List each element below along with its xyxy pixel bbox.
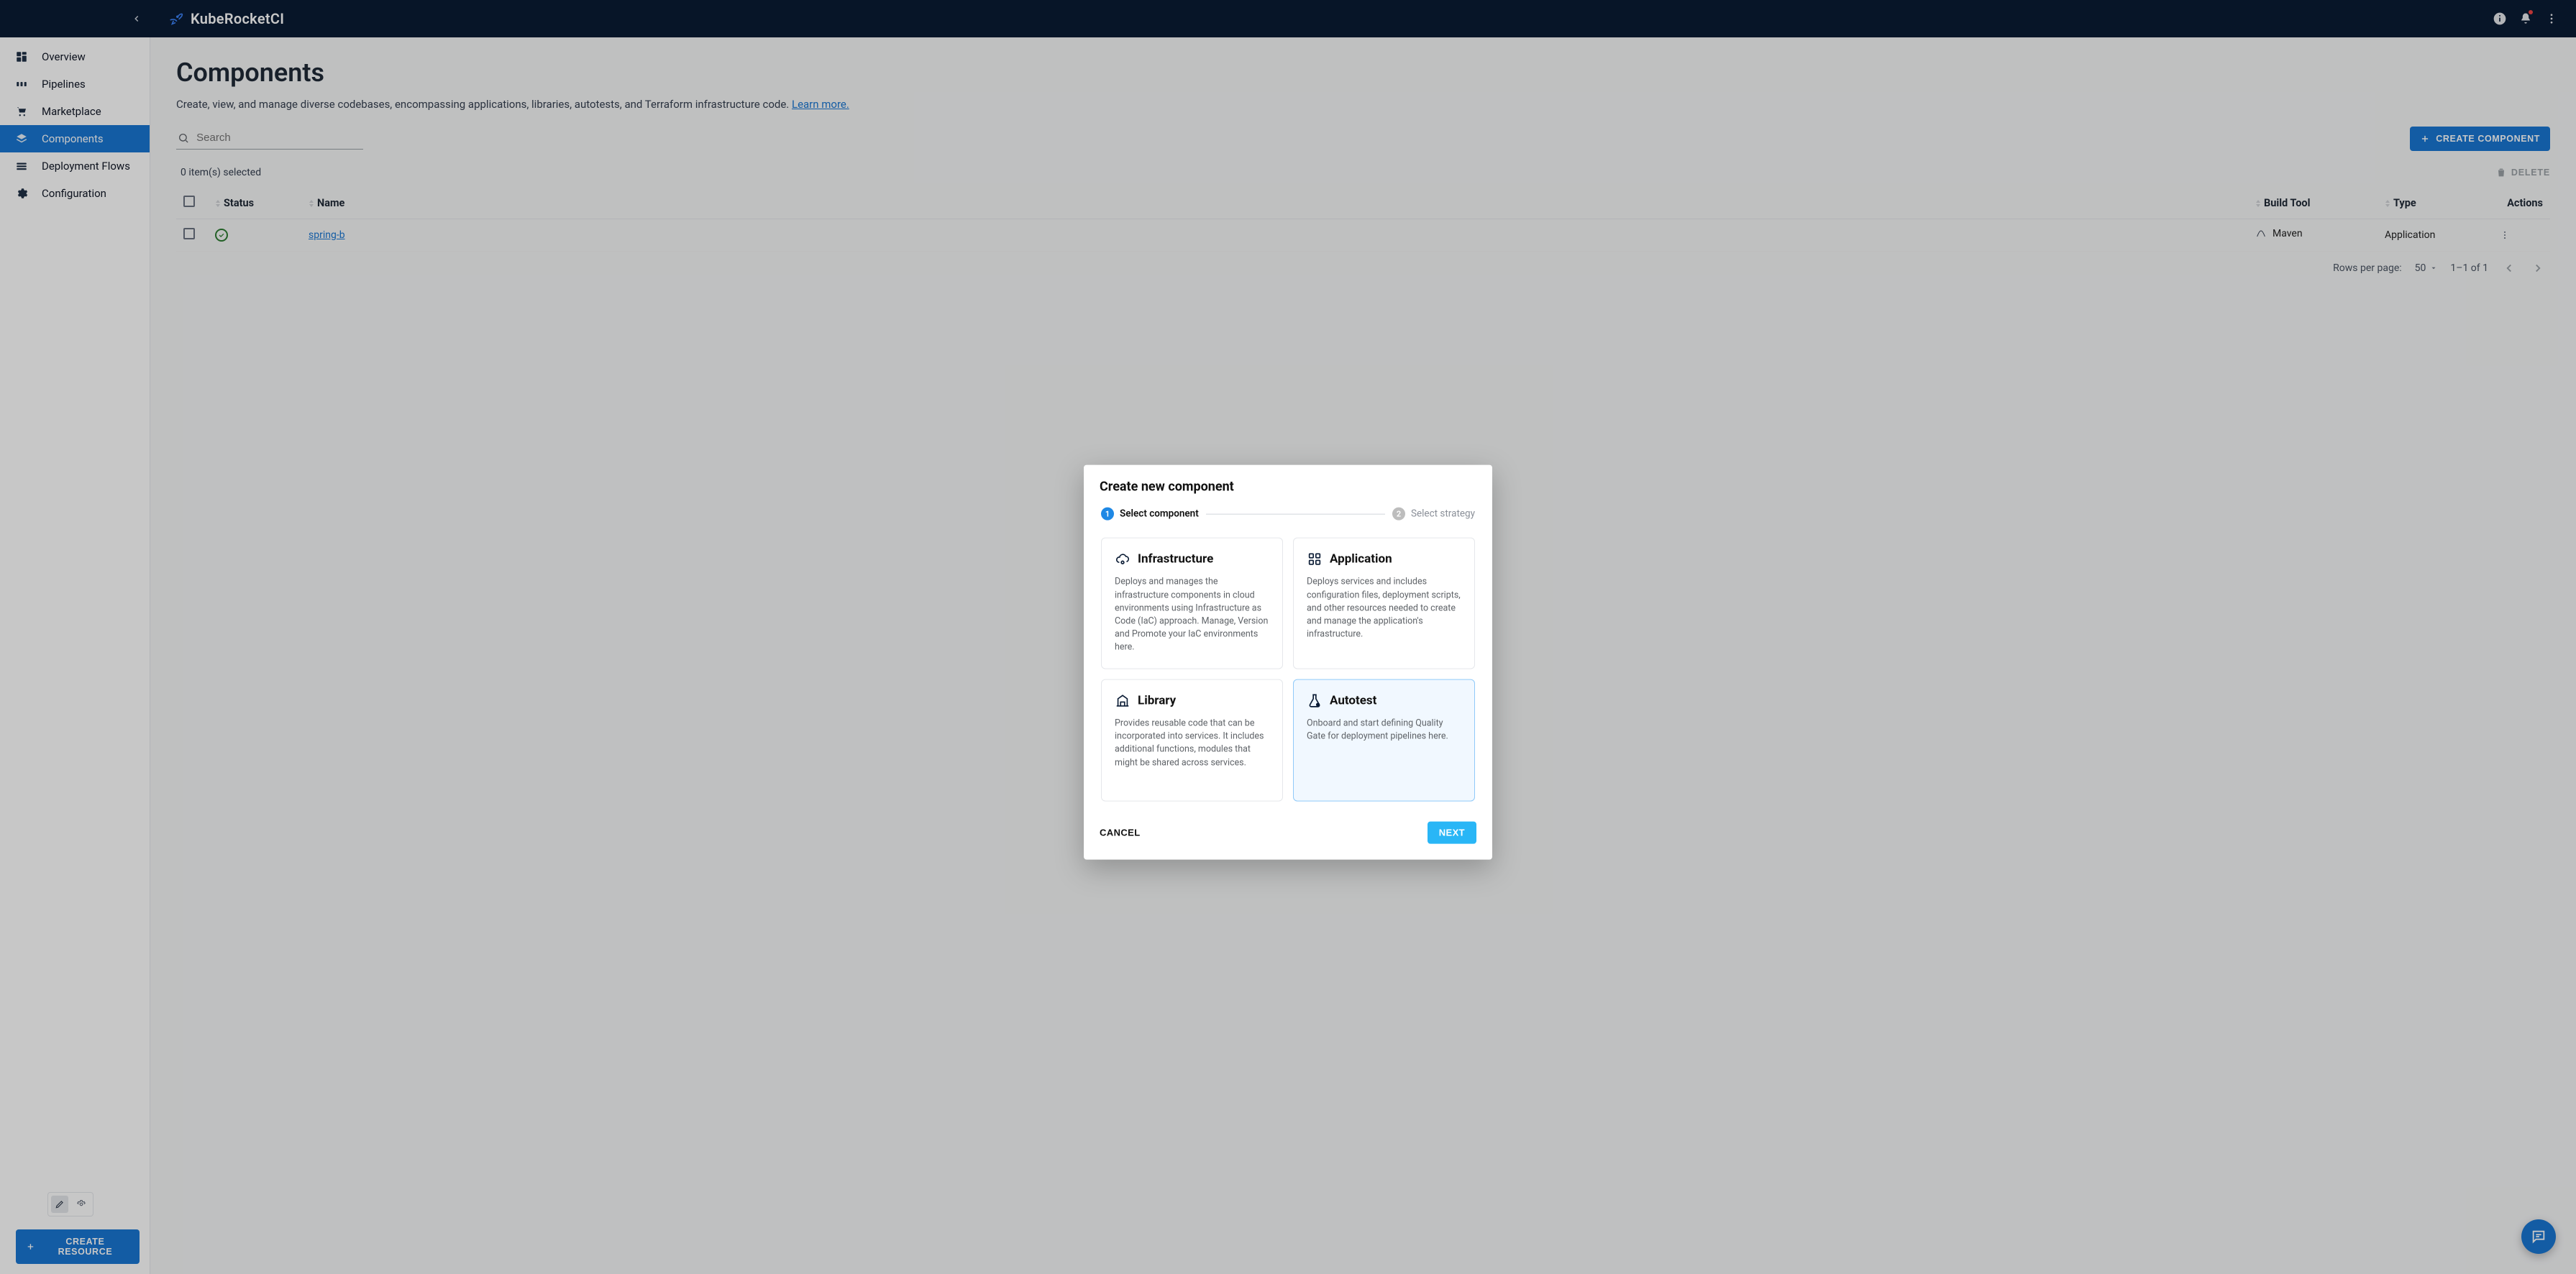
card-infrastructure[interactable]: Infrastructure Deploys and manages the i… (1101, 538, 1283, 669)
modal-actions: CANCEL NEXT (1084, 806, 1492, 856)
library-icon (1115, 693, 1131, 709)
cloud-gear-icon (1115, 551, 1131, 567)
step-connector (1206, 514, 1385, 515)
flask-icon (1307, 693, 1323, 709)
card-title: Application (1330, 552, 1392, 567)
card-description: Deploys and manages the infrastructure c… (1115, 576, 1269, 654)
create-component-modal: Create new component 1 Select component … (1084, 465, 1492, 860)
step-label: Select component (1120, 508, 1199, 520)
stepper: 1 Select component 2 Select strategy (1084, 508, 1492, 531)
card-description: Onboard and start defining Quality Gate … (1307, 718, 1461, 743)
card-autotest[interactable]: Autotest Onboard and start defining Qual… (1293, 679, 1475, 802)
step-number: 1 (1101, 508, 1114, 521)
step-2[interactable]: 2 Select strategy (1392, 508, 1475, 521)
card-title: Autotest (1330, 694, 1376, 708)
next-button[interactable]: NEXT (1428, 822, 1476, 844)
card-application[interactable]: Application Deploys services and include… (1293, 538, 1475, 669)
step-1[interactable]: 1 Select component (1101, 508, 1199, 521)
modal-title: Create new component (1084, 465, 1492, 508)
card-library[interactable]: Library Provides reusable code that can … (1101, 679, 1283, 802)
card-title: Library (1138, 694, 1176, 708)
app-grid-icon (1307, 551, 1323, 567)
card-description: Provides reusable code that can be incor… (1115, 718, 1269, 770)
step-number: 2 (1392, 508, 1405, 521)
card-description: Deploys services and includes configurat… (1307, 576, 1461, 641)
step-label: Select strategy (1411, 508, 1475, 520)
cancel-button[interactable]: CANCEL (1100, 828, 1141, 838)
card-title: Infrastructure (1138, 552, 1213, 567)
component-type-cards: Infrastructure Deploys and manages the i… (1084, 531, 1492, 806)
